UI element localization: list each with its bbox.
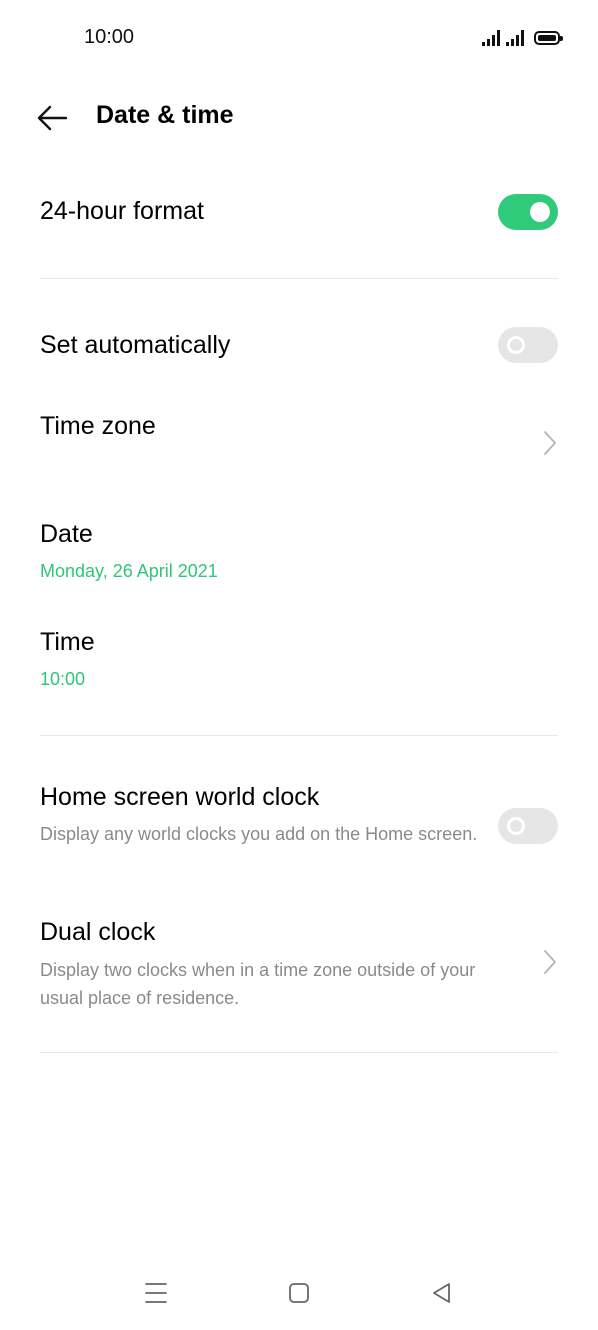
hour-format-label: 24-hour format xyxy=(40,197,204,225)
date-value: Monday, 26 April 2021 xyxy=(40,561,218,581)
divider xyxy=(40,735,558,736)
date-time-screen: 10:00 Date & time 24-hour format Set aut… xyxy=(0,0,598,1330)
home-icon[interactable] xyxy=(286,1280,312,1306)
world-clock-description: Display any world clocks you add on the … xyxy=(40,824,478,844)
back-triangle-icon[interactable] xyxy=(429,1280,455,1306)
signal-icon xyxy=(482,30,500,46)
status-icons xyxy=(482,28,563,46)
page-title: Date & time xyxy=(96,101,234,129)
chevron-right-icon xyxy=(544,950,556,974)
set-automatically-label: Set automatically xyxy=(40,331,231,359)
date-label: Date xyxy=(40,520,93,548)
divider xyxy=(40,278,558,279)
menu-icon[interactable] xyxy=(143,1280,169,1306)
battery-icon xyxy=(534,31,563,45)
time-zone-label: Time zone xyxy=(40,412,156,440)
time-label: Time xyxy=(40,628,95,656)
world-clock-toggle[interactable] xyxy=(498,808,558,844)
status-time: 10:00 xyxy=(84,26,135,48)
dual-clock-label: Dual clock xyxy=(40,918,156,946)
chevron-right-icon xyxy=(544,431,556,455)
set-automatically-toggle[interactable] xyxy=(498,327,558,363)
back-arrow-icon[interactable] xyxy=(36,103,68,133)
divider xyxy=(40,1052,558,1053)
dual-clock-description: Display two clocks when in a time zone o… xyxy=(40,960,476,1008)
signal-icon xyxy=(506,30,524,46)
time-value: 10:00 xyxy=(40,669,86,689)
hour-format-toggle[interactable] xyxy=(498,194,558,230)
world-clock-label: Home screen world clock xyxy=(40,783,320,811)
